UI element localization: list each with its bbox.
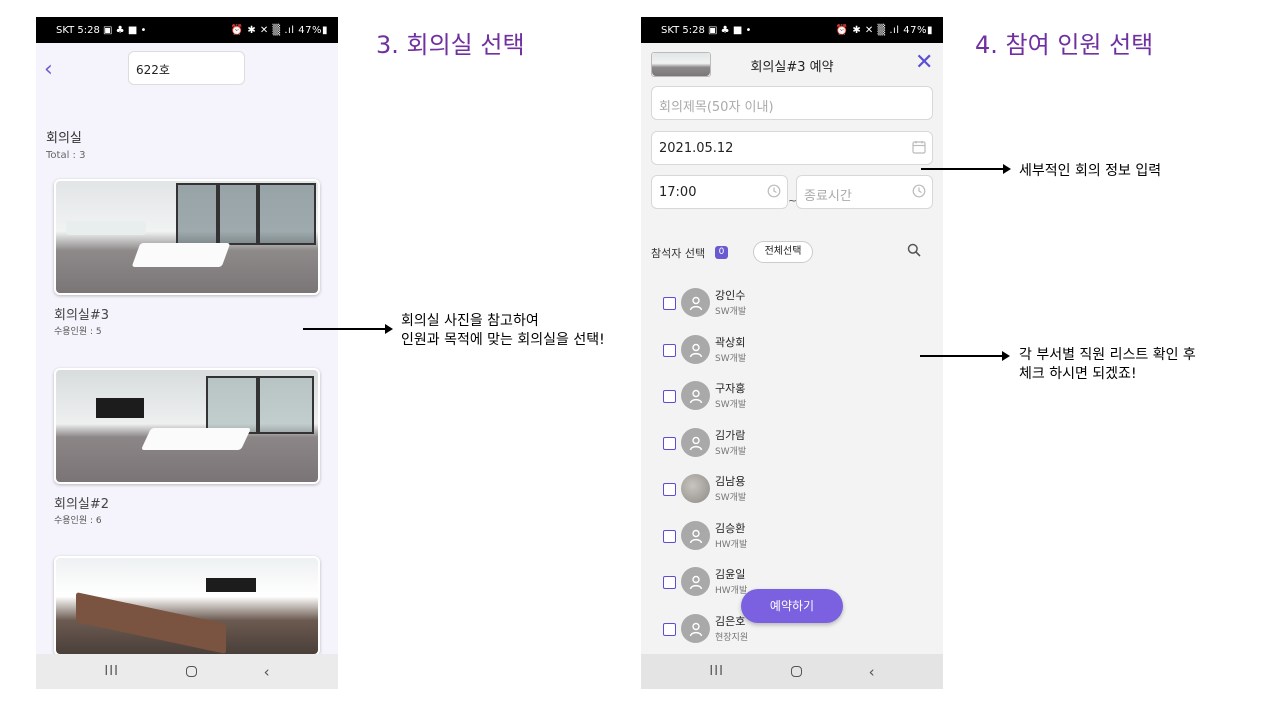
person-checkbox[interactable] (663, 483, 676, 496)
person-name: 김승환 (715, 522, 746, 535)
meeting-title-input[interactable]: 회의제목(50자 이내) (651, 86, 933, 120)
date-field[interactable]: 2021.05.12 (651, 131, 933, 165)
start-time-value: 17:00 (659, 185, 697, 200)
status-left: SKT 5:28 ▣ ♣ ■ • (56, 24, 147, 36)
list-annotation: 각 부서별 직원 리스트 확인 후 체크 하시면 되겠죠! (1019, 346, 1196, 384)
status-right: ⏰ ✱ ✕ ▒ .ıl 47%▮ (230, 24, 328, 36)
room-photo-image (56, 370, 318, 482)
user-icon (681, 381, 710, 410)
person-dept: HW개발 (715, 586, 748, 596)
step4-heading: 4. 참여 인원 선택 (975, 31, 1154, 59)
rooms-annotation: 회의실 사진을 참고하여 인원과 목적에 맞는 회의실을 선택! (401, 312, 605, 350)
person-row[interactable]: 곽상회 SW개발 (663, 334, 863, 368)
nav-back-button[interactable]: ‹ (264, 663, 270, 681)
annotation-arrow (303, 324, 393, 334)
system-nav-bar: III ‹ (641, 654, 943, 689)
status-bar: SKT 5:28 ▣ ♣ ■ • ⏰ ✱ ✕ ▒ .ıl 47%▮ (641, 17, 943, 43)
user-icon (681, 521, 710, 550)
room-total: Total : 3 (46, 150, 86, 161)
person-row[interactable]: 강인수 SW개발 (663, 287, 863, 321)
room-capacity: 수용인원 : 6 (54, 516, 102, 526)
rooms-annotation-line: 인원과 목적에 맞는 회의실을 선택! (401, 332, 605, 348)
close-icon[interactable]: ✕ (915, 50, 933, 75)
person-checkbox[interactable] (663, 344, 676, 357)
search-icon[interactable] (907, 243, 921, 261)
room-name: 회의실#2 (54, 497, 110, 512)
room-photo-image (56, 558, 318, 654)
room-photo-2[interactable] (54, 368, 320, 484)
recents-button[interactable]: III (104, 664, 119, 679)
status-left: SKT 5:28 ▣ ♣ ■ • (661, 24, 752, 36)
person-name: 김남용 (715, 475, 746, 488)
reserve-button[interactable]: 예약하기 (741, 589, 843, 623)
reservation-title: 회의실#3 예약 (750, 60, 834, 75)
annotation-arrow (921, 164, 1011, 174)
person-name: 김윤일 (715, 568, 746, 581)
list-annotation-line: 각 부서별 직원 리스트 확인 후 (1019, 347, 1196, 363)
calendar-icon[interactable] (912, 140, 926, 158)
room-name: 회의실#3 (54, 308, 110, 323)
home-button[interactable] (185, 666, 197, 677)
reservation-screen: SKT 5:28 ▣ ♣ ■ • ⏰ ✱ ✕ ▒ .ıl 47%▮ 회의실#3 … (641, 17, 943, 689)
person-dept: SW개발 (715, 400, 747, 410)
person-checkbox[interactable] (663, 623, 676, 636)
section-title: 회의실 (46, 131, 82, 146)
person-checkbox[interactable] (663, 297, 676, 310)
person-row[interactable]: 김승환 HW개발 (663, 520, 863, 554)
person-checkbox[interactable] (663, 390, 676, 403)
clock-icon[interactable] (912, 184, 926, 202)
user-icon (681, 614, 710, 643)
person-checkbox[interactable] (663, 576, 676, 589)
user-icon (681, 288, 710, 317)
user-icon (681, 567, 710, 596)
back-button[interactable]: ‹ (44, 57, 53, 82)
person-dept: SW개발 (715, 493, 747, 503)
person-row[interactable]: 김남용 SW개발 (663, 473, 863, 507)
user-icon (681, 335, 710, 364)
person-name: 구자홍 (715, 382, 746, 395)
person-name: 곽상회 (715, 336, 746, 349)
clock-icon[interactable] (767, 184, 781, 202)
person-row[interactable]: 구자홍 SW개발 (663, 380, 863, 414)
status-right: ⏰ ✱ ✕ ▒ .ıl 47%▮ (835, 24, 933, 36)
person-row[interactable]: 김가람 SW개발 (663, 427, 863, 461)
info-annotation: 세부적인 회의 정보 입력 (1019, 163, 1162, 179)
nav-back-button[interactable]: ‹ (869, 663, 875, 681)
room-photo-image (56, 181, 318, 293)
step3-heading: 3. 회의실 선택 (376, 31, 525, 59)
avatar-photo (681, 474, 710, 503)
annotation-arrow (920, 351, 1010, 361)
rooms-annotation-line: 회의실 사진을 참고하여 (401, 313, 539, 329)
person-name: 김은호 (715, 615, 746, 628)
person-dept: 현장지원 (715, 633, 749, 643)
room-capacity: 수용인원 : 5 (54, 327, 102, 337)
room-photo-3[interactable] (54, 179, 320, 295)
list-annotation-line: 체크 하시면 되겠죠! (1019, 366, 1137, 382)
select-all-button[interactable]: 전체선택 (753, 241, 813, 263)
person-name: 김가람 (715, 429, 746, 442)
attendees-count-badge: 0 (715, 246, 728, 259)
floor-selector[interactable]: 622호 (128, 51, 245, 85)
date-value: 2021.05.12 (659, 141, 734, 156)
person-dept: HW개발 (715, 540, 748, 550)
end-time-placeholder: 종료시간 (804, 189, 852, 204)
home-button[interactable] (790, 666, 802, 677)
attendees-label: 참석자 선택 (651, 247, 706, 260)
person-name: 강인수 (715, 289, 746, 302)
end-time-field[interactable]: 종료시간 (796, 175, 933, 209)
status-bar: SKT 5:28 ▣ ♣ ■ • ⏰ ✱ ✕ ▒ .ıl 47%▮ (36, 17, 338, 43)
start-time-field[interactable]: 17:00 (651, 175, 788, 209)
person-dept: SW개발 (715, 354, 747, 364)
person-checkbox[interactable] (663, 530, 676, 543)
person-dept: SW개발 (715, 307, 747, 317)
user-icon (681, 428, 710, 457)
person-dept: SW개발 (715, 447, 747, 457)
room-photo-1[interactable] (54, 556, 320, 656)
person-checkbox[interactable] (663, 437, 676, 450)
recents-button[interactable]: III (709, 664, 724, 679)
system-nav-bar: III ‹ (36, 654, 338, 689)
room-select-screen: SKT 5:28 ▣ ♣ ■ • ⏰ ✱ ✕ ▒ .ıl 47%▮ ‹ 622호… (36, 17, 338, 689)
